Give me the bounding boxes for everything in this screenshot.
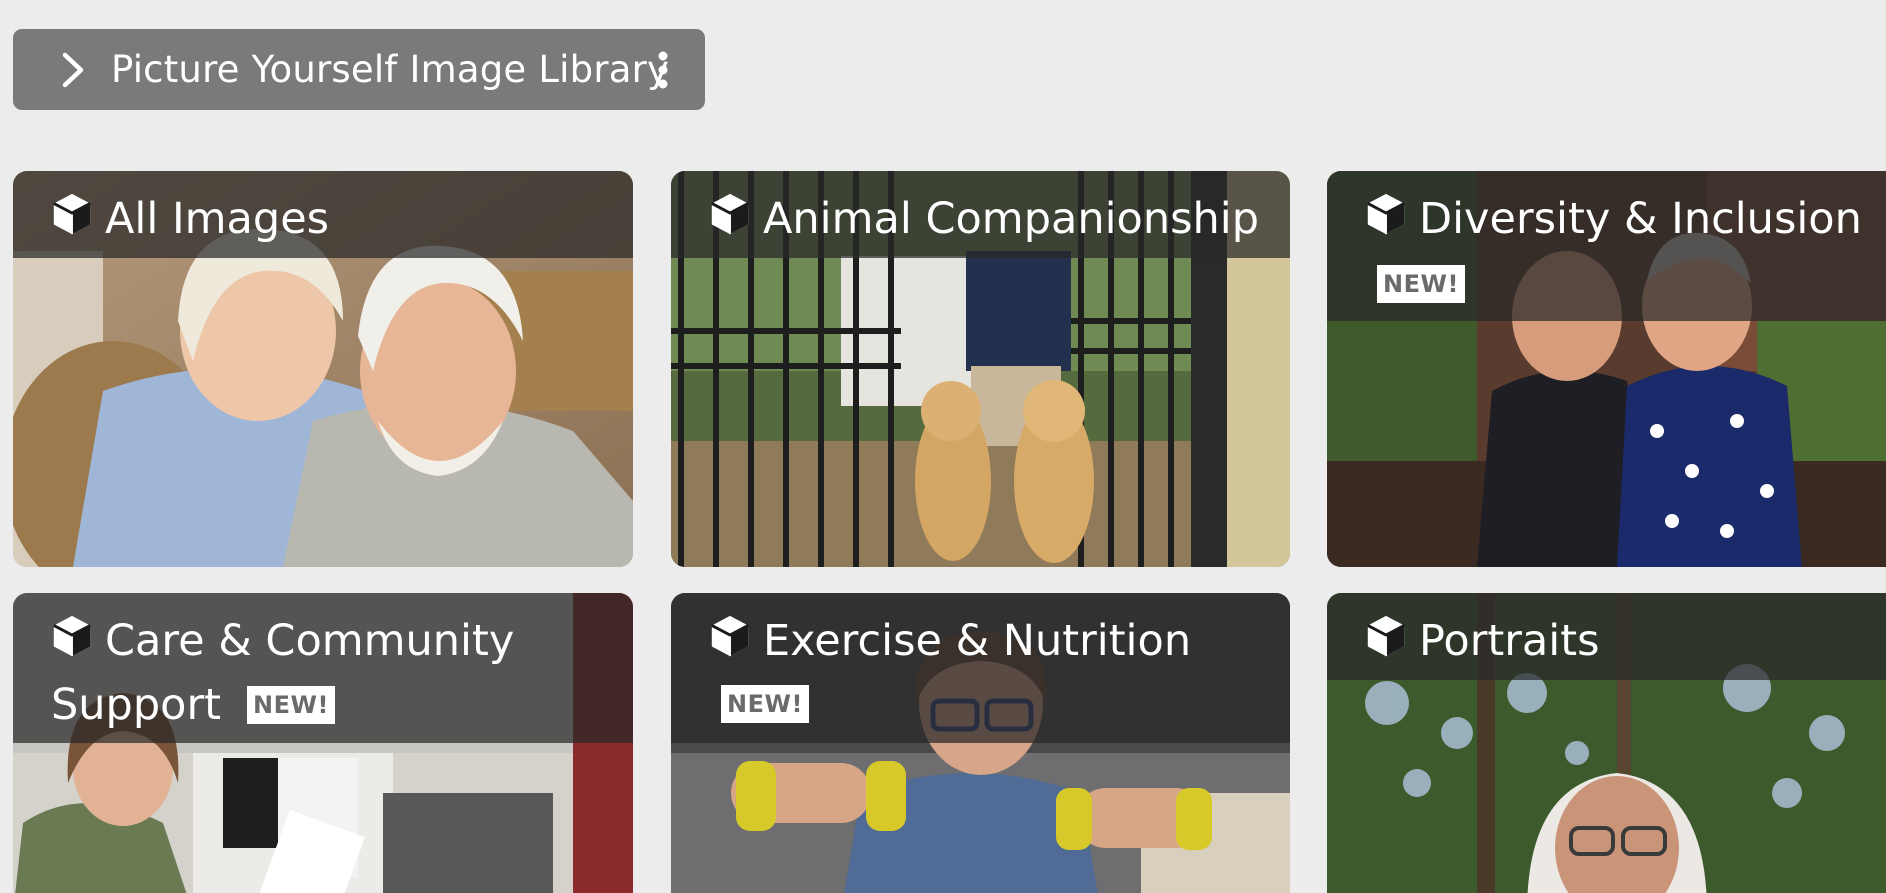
tile-title: Portraits [1419,616,1600,666]
tile-title-line2-row: Support NEW! [51,673,335,737]
new-badge: NEW! [721,685,809,723]
cube-icon [1367,615,1405,657]
new-badge: NEW! [1377,265,1465,303]
tile-diversity-inclusion[interactable]: Diversity & Inclusion NEW! [1327,171,1886,567]
tile-portraits[interactable]: Portraits [1327,593,1886,893]
breadcrumb-title: Picture Yourself Image Library [111,48,670,91]
tile-title-row: Diversity & Inclusion [1363,187,1886,251]
cube-icon [711,615,749,657]
cube-icon [711,193,749,235]
more-vertical-icon[interactable] [657,51,669,89]
tile-title-row: Care & Community [49,609,621,673]
new-badge: NEW! [246,686,335,724]
tile-title-line2: Support [51,680,221,730]
tile-title: All Images [105,194,330,244]
tile-title-row: Portraits [1363,609,1886,673]
tile-title: Animal Companionship [763,194,1259,244]
chevron-right-icon[interactable] [59,50,87,90]
image-library-page: Picture Yourself Image Library All Image… [0,0,1886,893]
tile-title: Care & Community [105,616,515,666]
tile-animal-companionship[interactable]: Animal Companionship [671,171,1290,567]
cube-icon [53,615,91,657]
cube-icon [1367,193,1405,235]
tile-title-row: Animal Companionship [707,187,1278,251]
tile-care-community-support[interactable]: Care & Community Support NEW! [13,593,633,893]
tile-all-images[interactable]: All Images [13,171,633,567]
breadcrumb[interactable]: Picture Yourself Image Library [13,29,705,110]
tile-title-row: Exercise & Nutrition [707,609,1278,673]
cube-icon [53,193,91,235]
tile-title: Exercise & Nutrition [763,616,1192,666]
tile-title: Diversity & Inclusion [1419,194,1862,244]
tile-title-row: All Images [49,187,621,251]
tile-exercise-nutrition[interactable]: Exercise & Nutrition NEW! [671,593,1290,893]
